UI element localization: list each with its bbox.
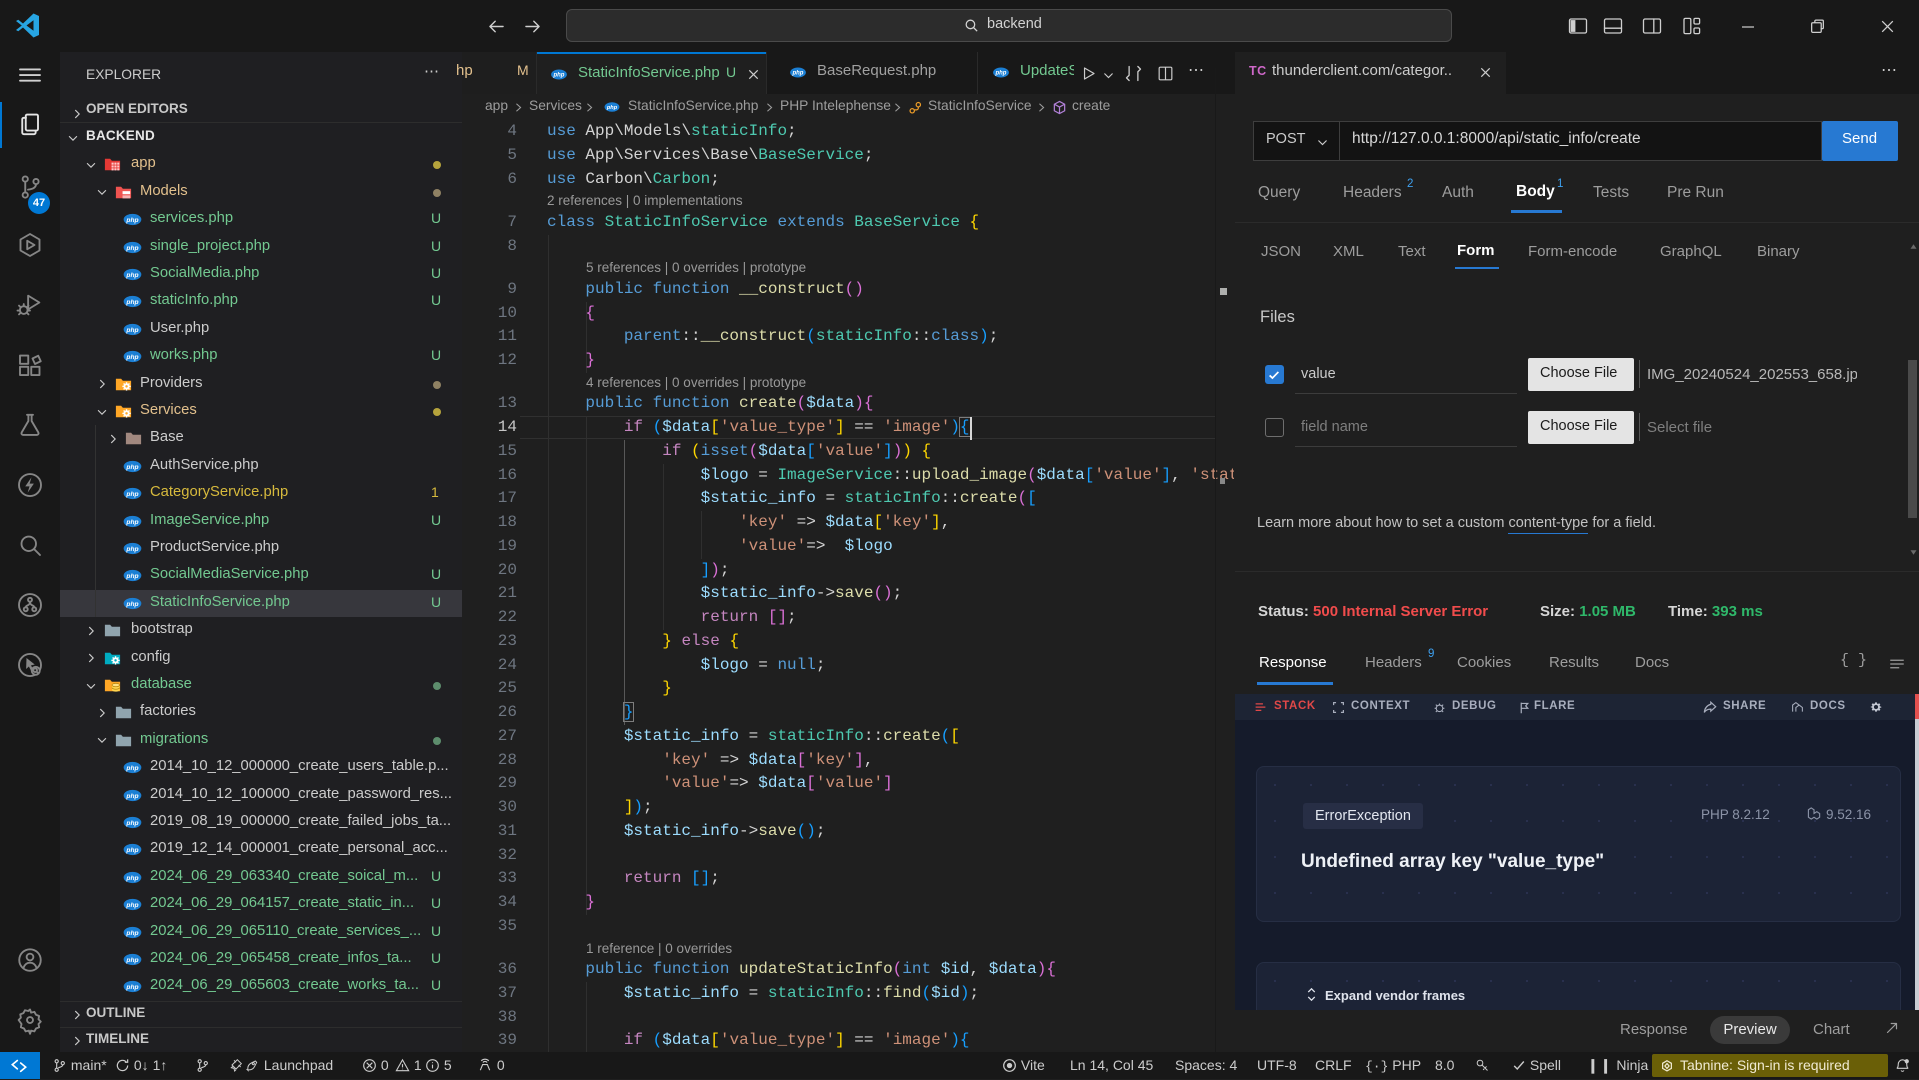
svg-text:php: php [553,73,565,79]
svg-text:php: php [125,765,138,772]
svg-text:php: php [125,464,138,471]
svg-text:php: php [125,354,138,361]
svg-text:php: php [125,244,138,251]
svg-text:php: php [125,518,138,525]
svg-text:php: php [792,71,804,77]
svg-text:php: php [125,491,138,498]
svg-text:php: php [995,71,1007,77]
svg-text:php: php [125,327,138,334]
svg-text:php: php [125,875,138,882]
svg-text:php: php [125,820,138,827]
svg-text:php: php [125,792,138,799]
svg-text:php: php [606,105,618,111]
svg-text:php: php [125,847,138,854]
svg-text:php: php [125,272,138,279]
svg-text:php: php [125,957,138,964]
svg-text:php: php [125,546,138,553]
svg-text:php: php [125,929,138,936]
svg-text:php: php [125,984,138,991]
svg-text:php: php [125,299,138,306]
svg-text:php: php [125,902,138,909]
svg-text:php: php [125,217,138,224]
svg-text:php: php [125,601,138,608]
svg-text:php: php [125,573,138,580]
